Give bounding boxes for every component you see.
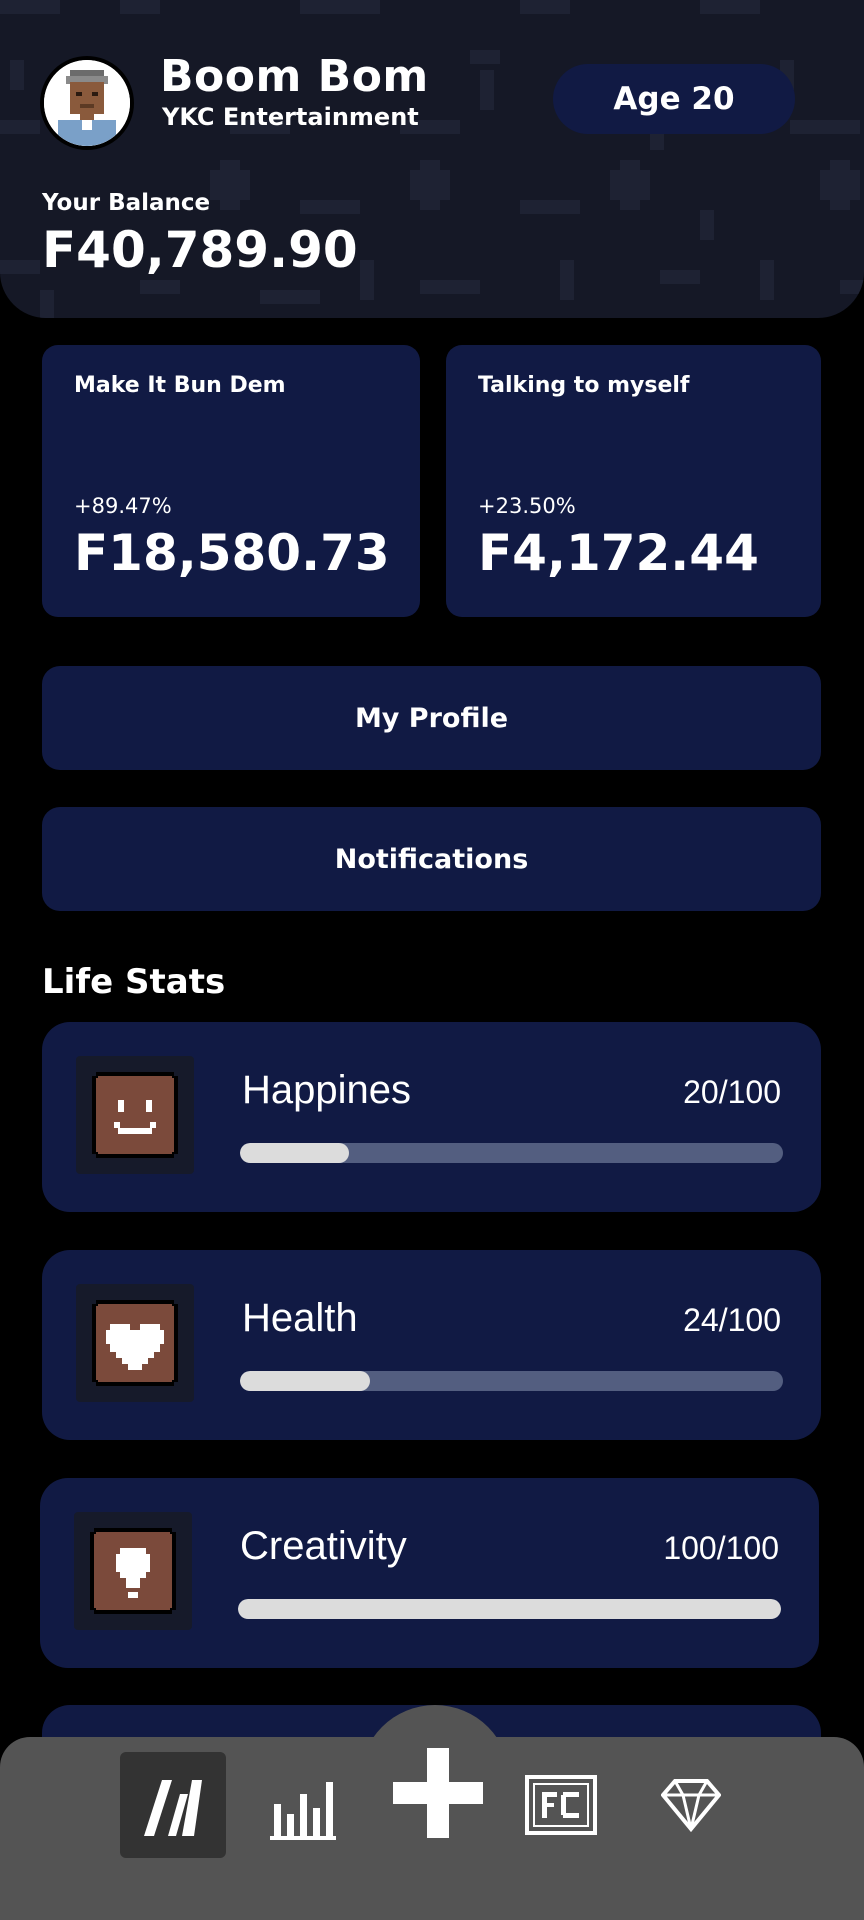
song-card[interactable]: Make It Bun Dem +89.47% F18,580.73 — [42, 345, 420, 617]
life-stats-heading: Life Stats — [42, 962, 226, 1002]
stat-card-happiness[interactable]: Happines 20/100 — [42, 1022, 821, 1212]
nav-create-button[interactable] — [385, 1740, 491, 1846]
stat-progress-fill — [238, 1599, 781, 1619]
stat-label: Happines — [242, 1068, 412, 1112]
stat-progress-fill — [240, 1371, 371, 1391]
nav-stocks-button[interactable] — [120, 1752, 226, 1858]
heart-icon — [92, 1300, 178, 1386]
stat-value: 20/100 — [683, 1074, 781, 1110]
stat-icon-frame — [74, 1512, 192, 1630]
record-label-name: YKC Entertainment — [162, 103, 419, 131]
stat-progress-bar — [240, 1371, 783, 1391]
song-earnings: F18,580.73 — [74, 524, 390, 582]
song-card[interactable]: Talking to myself +23.50% F4,172.44 — [446, 345, 821, 617]
player-name: Boom Bom — [160, 51, 429, 102]
diamond-icon — [661, 1779, 721, 1833]
my-profile-button[interactable]: My Profile — [42, 666, 821, 770]
notifications-button[interactable]: Notifications — [42, 807, 821, 911]
pixel-person-icon — [44, 60, 130, 146]
stat-label: Health — [242, 1296, 358, 1340]
lightbulb-icon — [90, 1528, 176, 1614]
fc-icon — [525, 1775, 597, 1835]
stat-value: 24/100 — [683, 1302, 781, 1338]
stocks-icon — [144, 1780, 202, 1836]
plus-icon — [393, 1748, 483, 1838]
player-avatar[interactable] — [40, 56, 134, 150]
song-earnings: F4,172.44 — [478, 524, 759, 582]
profile-header: Boom Bom YKC Entertainment Age 20 Your B… — [0, 0, 864, 318]
stat-icon-frame — [76, 1284, 194, 1402]
balance-value: F40,789.90 — [42, 221, 358, 279]
stat-card-health[interactable]: Health 24/100 — [42, 1250, 821, 1440]
stat-progress-bar — [240, 1143, 783, 1163]
balance-label: Your Balance — [42, 190, 211, 216]
song-change-percent: +89.47% — [74, 494, 172, 518]
nav-fc-button[interactable] — [508, 1752, 614, 1858]
chart-icon — [270, 1782, 336, 1840]
stat-progress-fill — [240, 1143, 349, 1163]
nav-charts-button[interactable] — [250, 1752, 356, 1858]
stat-progress-bar — [238, 1599, 781, 1619]
stat-card-creativity[interactable]: Creativity 100/100 — [40, 1478, 819, 1668]
stat-label: Creativity — [240, 1524, 407, 1568]
age-badge: Age 20 — [553, 64, 795, 134]
smiley-icon — [92, 1072, 178, 1158]
song-title: Make It Bun Dem — [74, 373, 286, 398]
song-change-percent: +23.50% — [478, 494, 576, 518]
nav-premium-button[interactable] — [638, 1752, 744, 1858]
stat-value: 100/100 — [663, 1530, 779, 1566]
stat-icon-frame — [76, 1056, 194, 1174]
song-title: Talking to myself — [478, 373, 690, 398]
